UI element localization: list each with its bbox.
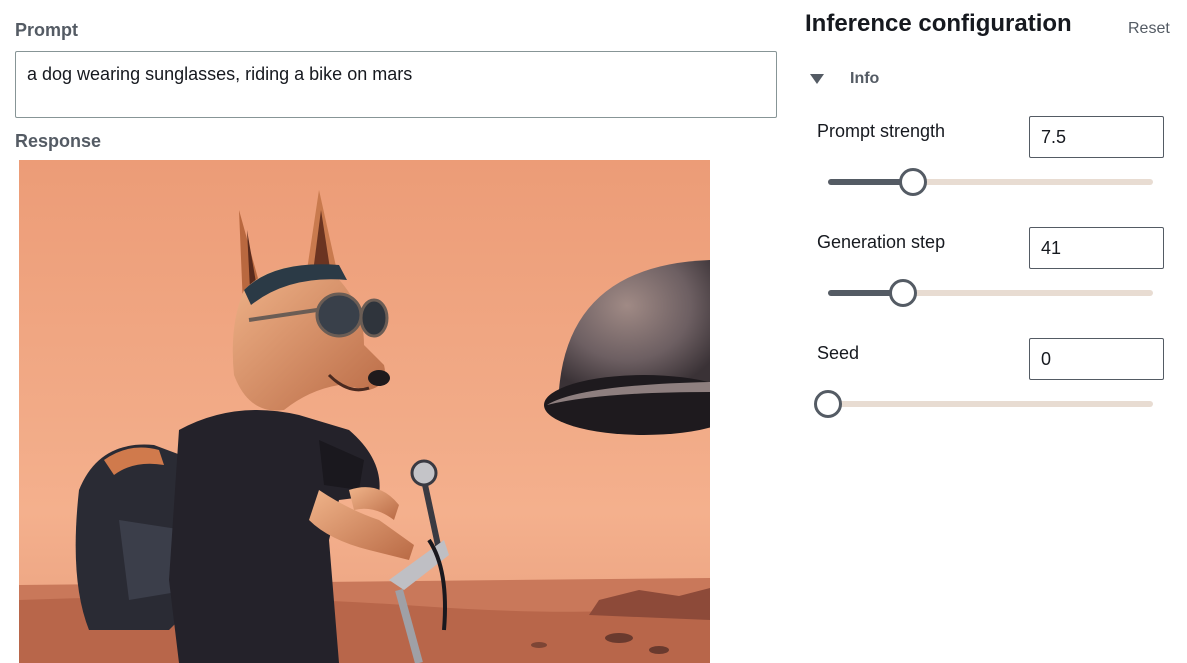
slider-thumb[interactable] [898,168,927,196]
param-prompt-strength: Prompt strength [817,116,1164,211]
slider-thumb[interactable] [888,279,917,307]
generated-image-illustration [19,160,710,663]
param-label: Seed [817,343,860,363]
prompt-label: Prompt [15,20,78,40]
reset-button[interactable]: Reset [1128,20,1170,38]
seed-slider[interactable] [814,390,1153,418]
info-expander[interactable]: Info [810,68,879,90]
param-label: Prompt strength [817,121,946,141]
generation-step-slider[interactable] [828,279,1153,307]
response-label: Response [15,131,102,151]
slider-track [828,401,1153,407]
param-generation-step: Generation step [817,227,1164,322]
sunglasses [315,292,363,338]
generation-step-input[interactable] [1029,227,1164,269]
param-seed: Seed [814,338,1164,433]
param-label: Generation step [817,232,946,252]
prompt-strength-input[interactable] [1029,116,1164,158]
response-image [19,160,710,663]
caret-down-icon [810,74,824,84]
inference-config-panel: Inference configuration Reset Info Promp… [805,0,1187,663]
prompt-input[interactable]: a dog wearing sunglasses, riding a bike … [15,51,777,118]
seed-input[interactable] [1029,338,1164,380]
slider-thumb[interactable] [814,390,842,418]
left-panel: Prompt a dog wearing sunglasses, riding … [15,0,777,663]
info-label: Info [850,70,880,87]
dog-nose [368,370,390,386]
prompt-strength-slider[interactable] [828,168,1153,196]
config-title: Inference configuration [805,10,1072,37]
